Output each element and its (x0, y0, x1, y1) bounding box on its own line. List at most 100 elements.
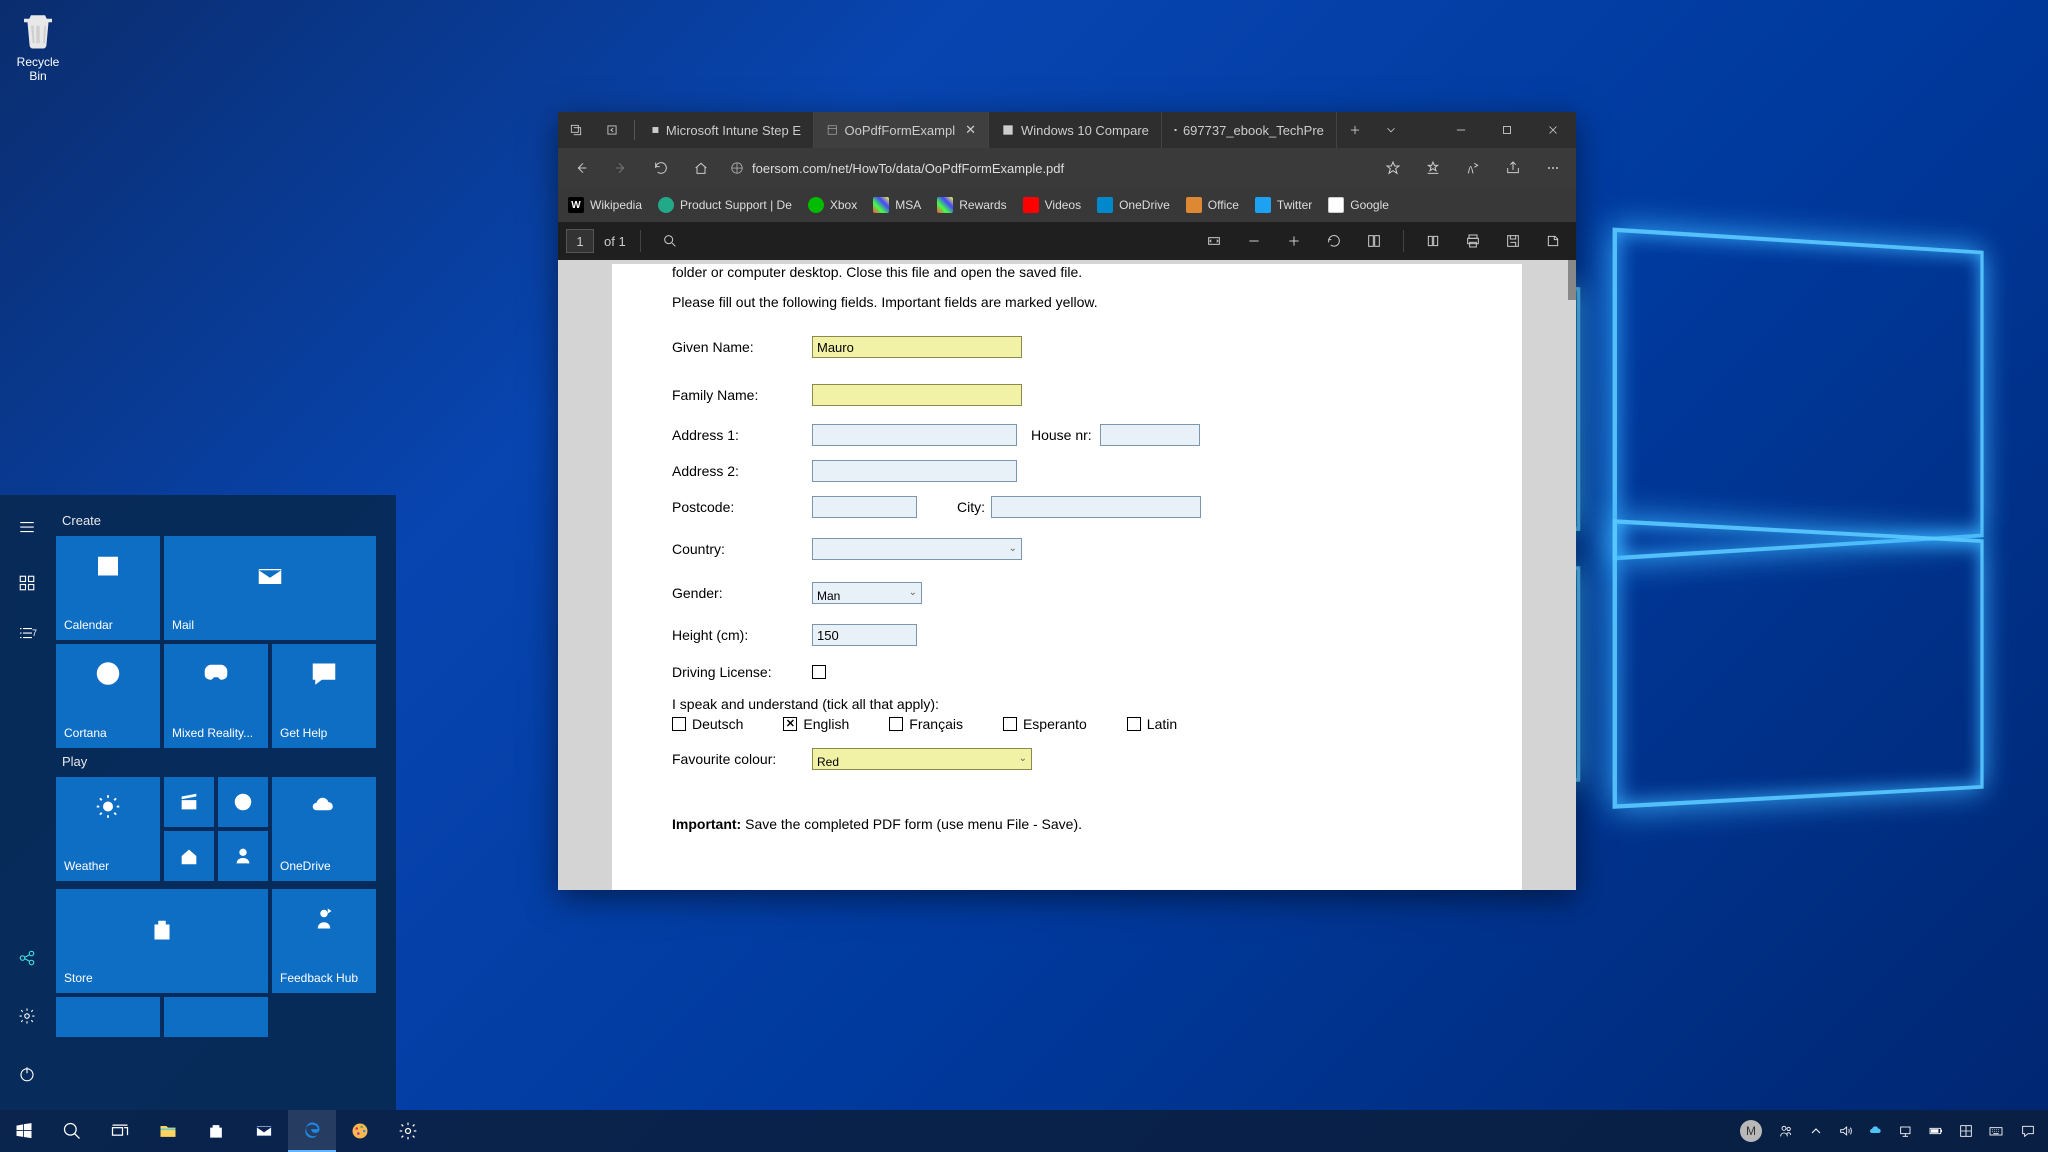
settings-taskbar-button[interactable] (384, 1110, 432, 1152)
start-button[interactable] (0, 1110, 48, 1152)
lang-deutsch[interactable]: Deutsch (672, 716, 743, 732)
tile-target[interactable] (218, 777, 268, 827)
favorites-list-button[interactable] (1416, 151, 1450, 185)
tab-close-icon[interactable]: ✕ (965, 122, 976, 138)
tray-expand-button[interactable] (1802, 1110, 1830, 1152)
select-fav-colour[interactable]: Red⌄ (812, 748, 1032, 770)
pdf-zoom-out-button[interactable] (1239, 226, 1269, 256)
start-power-button[interactable] (0, 1056, 54, 1092)
mail-taskbar-button[interactable] (240, 1110, 288, 1152)
scrollbar-thumb[interactable] (1568, 260, 1576, 300)
tile-calendar[interactable]: Calendar (56, 536, 160, 640)
start-list-icon[interactable]: 7 (0, 615, 54, 651)
tile-weather[interactable]: Weather (56, 777, 160, 881)
select-country[interactable]: ⌄ (812, 538, 1022, 560)
input-city[interactable] (991, 496, 1201, 518)
reading-button[interactable] (1456, 151, 1490, 185)
people-button[interactable] (1772, 1110, 1800, 1152)
network-button[interactable] (1892, 1110, 1920, 1152)
action-center-button[interactable] (2012, 1110, 2044, 1152)
checkbox-driving[interactable] (812, 665, 826, 679)
tile-mail[interactable]: Mail (164, 536, 376, 640)
task-view-button[interactable] (96, 1110, 144, 1152)
minimize-button[interactable] (1438, 112, 1484, 148)
home-button[interactable] (684, 151, 718, 185)
tile-partial-2[interactable] (164, 997, 268, 1037)
select-gender[interactable]: Man⌄ (812, 582, 922, 604)
bookmark-product-support[interactable]: Product Support | De (658, 197, 792, 213)
pdf-save-button[interactable] (1498, 226, 1528, 256)
tile-cortana[interactable]: Cortana (56, 644, 160, 748)
ime-button[interactable] (1952, 1110, 1980, 1152)
onedrive-tray-icon[interactable] (1862, 1110, 1890, 1152)
share-button[interactable] (1496, 151, 1530, 185)
bookmark-google[interactable]: Google (1328, 197, 1389, 213)
tab-actions-icon[interactable] (558, 112, 594, 148)
recycle-bin[interactable]: Recycle Bin (8, 10, 68, 83)
tile-home[interactable] (164, 831, 214, 881)
tile-store[interactable]: Store (56, 889, 268, 993)
pdf-read-aloud-button[interactable] (1418, 226, 1448, 256)
input-house-nr[interactable] (1100, 424, 1200, 446)
volume-button[interactable] (1832, 1110, 1860, 1152)
tile-mixed-reality[interactable]: Mixed Reality... (164, 644, 268, 748)
input-given-name[interactable] (812, 336, 1022, 358)
browser-tab-0[interactable]: Microsoft Intune Step E (639, 112, 814, 148)
bookmark-twitter[interactable]: Twitter (1255, 197, 1312, 213)
pdf-viewport[interactable]: folder or computer desktop. Close this f… (558, 260, 1576, 890)
maximize-button[interactable] (1484, 112, 1530, 148)
tile-camera[interactable] (218, 831, 268, 881)
file-explorer-button[interactable] (144, 1110, 192, 1152)
input-postcode[interactable] (812, 496, 917, 518)
start-settings-button[interactable] (0, 998, 54, 1034)
set-aside-tabs-icon[interactable] (594, 112, 630, 148)
bookmark-videos[interactable]: Videos (1023, 197, 1081, 213)
browser-tab-1[interactable]: OoPdfFormExampl✕ (814, 112, 989, 148)
new-tab-button[interactable] (1337, 112, 1373, 148)
tile-feedback-hub[interactable]: Feedback Hub (272, 889, 376, 993)
paint-taskbar-button[interactable] (336, 1110, 384, 1152)
pdf-more-button[interactable] (1538, 226, 1568, 256)
lang-esperanto[interactable]: Esperanto (1003, 716, 1087, 732)
favorite-button[interactable] (1376, 151, 1410, 185)
pdf-fit-button[interactable] (1199, 226, 1229, 256)
search-button[interactable] (48, 1110, 96, 1152)
tile-get-help[interactable]: Get Help (272, 644, 376, 748)
input-address2[interactable] (812, 460, 1017, 482)
tile-movies[interactable] (164, 777, 214, 827)
pdf-zoom-in-button[interactable] (1279, 226, 1309, 256)
close-button[interactable] (1530, 112, 1576, 148)
bookmark-msa[interactable]: MSA (873, 197, 921, 213)
tile-partial-1[interactable] (56, 997, 160, 1037)
input-height[interactable] (812, 624, 917, 646)
lang-english[interactable]: ✕English (783, 716, 849, 732)
tile-onedrive[interactable]: OneDrive (272, 777, 376, 881)
bookmark-xbox[interactable]: Xbox (808, 197, 857, 213)
browser-tab-3[interactable]: 697737_ebook_TechPre (1162, 112, 1337, 148)
start-productivity-icon[interactable] (0, 565, 54, 601)
start-share-icon[interactable] (0, 940, 54, 976)
browser-tab-2[interactable]: Windows 10 Compare (989, 112, 1162, 148)
pdf-layout-button[interactable] (1359, 226, 1389, 256)
input-address1[interactable] (812, 424, 1017, 446)
input-family-name[interactable] (812, 384, 1022, 406)
user-avatar[interactable]: M (1740, 1120, 1762, 1142)
pdf-print-button[interactable] (1458, 226, 1488, 256)
keyboard-button[interactable] (1982, 1110, 2010, 1152)
edge-taskbar-button[interactable] (288, 1110, 336, 1152)
pdf-rotate-button[interactable] (1319, 226, 1349, 256)
lang-francais[interactable]: Français (889, 716, 963, 732)
bookmark-rewards[interactable]: Rewards (937, 197, 1006, 213)
forward-button[interactable] (604, 151, 638, 185)
lang-latin[interactable]: Latin (1127, 716, 1177, 732)
pdf-search-button[interactable] (655, 226, 685, 256)
tab-dropdown-icon[interactable] (1373, 112, 1409, 148)
more-button[interactable] (1536, 151, 1570, 185)
store-taskbar-button[interactable] (192, 1110, 240, 1152)
back-button[interactable] (564, 151, 598, 185)
bookmark-wikipedia[interactable]: WWikipedia (568, 197, 642, 213)
pdf-page-input[interactable]: 1 (566, 229, 594, 253)
bookmark-office[interactable]: Office (1186, 197, 1239, 213)
start-expand-button[interactable] (0, 509, 54, 545)
battery-button[interactable] (1922, 1110, 1950, 1152)
